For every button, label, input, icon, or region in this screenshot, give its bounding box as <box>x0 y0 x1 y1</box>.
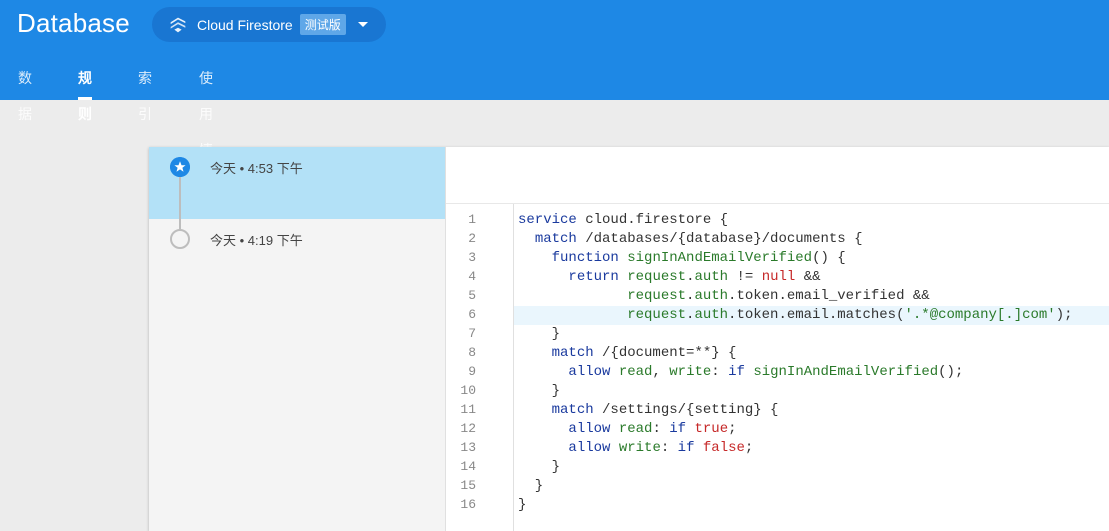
line-number: 8 <box>468 345 476 360</box>
code-line[interactable]: service cloud.firestore { <box>514 211 1109 230</box>
tab-data[interactable]: 数据 <box>18 60 32 122</box>
database-selector[interactable]: Cloud Firestore 测试版 <box>152 7 386 42</box>
app-header: Database Cloud Firestore 测试版 数据 规则 索引 使用… <box>0 0 1109 194</box>
revision-history: 今天 • 4:53 下午 今天 • 4:19 下午 <box>149 147 446 531</box>
code-line[interactable]: match /settings/{setting} { <box>514 401 1109 420</box>
rules-panel: 今天 • 4:53 下午 今天 • 4:19 下午 1 2 3 4 5 6 7 8 9 10 11 1… <box>149 147 1109 531</box>
code-line[interactable]: return request.auth != null && <box>514 268 1109 287</box>
line-number: 6 <box>468 307 476 322</box>
page-title: Database <box>17 8 130 38</box>
line-number: 16 <box>460 497 476 512</box>
code-line[interactable]: } <box>514 458 1109 477</box>
beta-badge: 测试版 <box>299 14 346 35</box>
code-line[interactable]: match /{document=**} { <box>514 344 1109 363</box>
code-line[interactable]: allow write: if false; <box>514 439 1109 458</box>
revision-item[interactable]: 今天 • 4:53 下午 <box>149 147 445 219</box>
line-number: 1 <box>468 212 476 227</box>
editor-toolbar <box>446 147 1109 204</box>
code-line[interactable]: } <box>514 477 1109 496</box>
code-line[interactable]: } <box>514 496 1109 515</box>
code-line[interactable]: } <box>514 382 1109 401</box>
code-line[interactable]: } <box>514 325 1109 344</box>
revision-label: 今天 • 4:19 下午 <box>210 233 303 248</box>
line-number: 9 <box>468 364 476 379</box>
revision-item[interactable]: 今天 • 4:19 下午 <box>149 219 445 291</box>
tab-indexes[interactable]: 索引 <box>138 60 152 122</box>
code-line[interactable]: allow read: if true; <box>514 420 1109 439</box>
line-number: 12 <box>460 421 476 436</box>
line-number: 5 <box>468 288 476 303</box>
code-line[interactable]: match /databases/{database}/documents { <box>514 230 1109 249</box>
line-number: 3 <box>468 250 476 265</box>
line-number: 4 <box>468 269 476 284</box>
tab-rules[interactable]: 规则 <box>78 60 92 122</box>
rules-editor[interactable]: 1 2 3 4 5 6 7 8 9 10 11 12 13 14 15 16 service cloud.fi… <box>446 204 1109 531</box>
line-number: 13 <box>460 440 476 455</box>
line-number: 14 <box>460 459 476 474</box>
line-number: 7 <box>468 326 476 341</box>
line-number: 11 <box>460 402 476 417</box>
code-line[interactable]: request.auth.token.email_verified && <box>514 287 1109 306</box>
tab-usage[interactable]: 使用情况 <box>199 60 213 194</box>
line-number: 10 <box>460 383 476 398</box>
line-number: 2 <box>468 231 476 246</box>
code-line[interactable]: request.auth.token.email.matches('.*@com… <box>514 306 1109 325</box>
chevron-down-icon[interactable] <box>357 22 368 27</box>
database-name: Cloud Firestore <box>197 16 293 33</box>
circle-icon <box>170 229 190 249</box>
line-number: 15 <box>460 478 476 493</box>
firestore-icon <box>170 17 186 32</box>
code-line[interactable]: allow read, write: if signInAndEmailVeri… <box>514 363 1109 382</box>
star-icon <box>170 157 190 177</box>
code-line[interactable]: function signInAndEmailVerified() { <box>514 249 1109 268</box>
line-number-gutter: 1 2 3 4 5 6 7 8 9 10 11 12 13 14 15 16 <box>446 204 514 531</box>
revision-label: 今天 • 4:53 下午 <box>210 161 303 176</box>
